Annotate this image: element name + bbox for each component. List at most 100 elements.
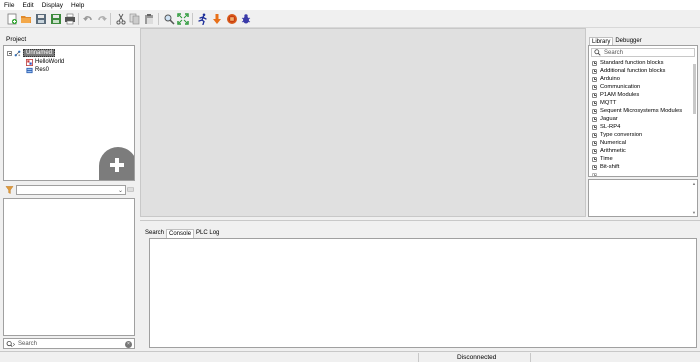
toolbar [0,10,700,28]
library-search-field[interactable]: Search [591,48,695,57]
editor-area[interactable] [140,28,586,217]
undo-button[interactable] [81,12,94,25]
menu-bar: File Edit Display Help [0,0,700,10]
run-button[interactable] [196,12,209,25]
find-button[interactable] [162,12,175,25]
expand-icon[interactable] [592,116,597,122]
filter-icon[interactable] [5,185,14,195]
library-item[interactable]: Bit-shift [592,163,619,171]
library-item[interactable]: Sequent Microsystems Modules [592,107,682,115]
redo-icon [97,15,107,21]
project-panel-title: Project [6,36,27,43]
tab-console[interactable]: Console [166,229,195,238]
menu-file[interactable]: File [4,2,14,9]
add-element-button[interactable] [99,147,134,180]
toolbar-separator [110,13,111,25]
stop-button[interactable] [225,12,238,25]
filter-row: ⌄ [3,184,135,196]
expand-icon[interactable] [592,140,597,146]
collapse-icon[interactable] [7,50,12,56]
search-icon [594,49,601,56]
filter-select[interactable]: ⌄ [16,185,126,195]
library-item[interactable]: Arithmetic [592,147,626,155]
scroll-up-icon[interactable]: ▲ [692,181,696,186]
library-item-partial[interactable] [592,171,600,176]
tab-search[interactable]: Search [143,229,166,238]
menu-display[interactable]: Display [42,2,63,9]
library-description-box: ▲ ▼ [588,179,698,217]
expand-icon[interactable] [592,156,597,162]
connection-status: Disconnected [457,354,497,361]
project-root-icon [14,50,21,57]
fullscreen-icon [176,12,189,25]
paste-icon [144,13,153,24]
open-icon [20,15,31,23]
redo-button[interactable] [95,12,108,25]
print-button[interactable] [63,12,76,25]
library-item[interactable]: Jaguar [592,115,618,123]
tree-item-label: HelloWorld [35,59,65,65]
library-item[interactable]: Type conversion [592,131,642,139]
copy-icon [129,13,139,24]
clear-search-icon[interactable]: × [125,340,132,348]
library-scrollbar[interactable] [692,58,696,176]
library-item[interactable]: SL-RP4 [592,123,620,131]
library-item-label: SL-RP4 [600,124,621,130]
status-divider [530,353,531,362]
expand-icon[interactable] [592,76,597,82]
library-item-label: Type conversion [600,132,643,138]
expand-icon[interactable] [592,148,597,154]
scrollbar-thumb[interactable] [692,64,696,114]
save-button[interactable] [34,12,47,25]
expand-icon[interactable] [592,172,597,176]
tree-root-row[interactable]: Unnamed [7,49,56,57]
library-item-label: Time [600,156,613,162]
debug-icon [241,13,250,23]
download-button[interactable] [210,12,223,25]
project-tree[interactable]: Unnamed HelloWorld Res0 [3,45,135,181]
expand-icon[interactable] [592,164,597,170]
expand-icon[interactable] [592,108,597,114]
library-item[interactable]: Standard function blocks [592,59,663,67]
menu-help[interactable]: Help [71,2,84,9]
tree-item-res0[interactable]: Res0 [26,66,49,74]
cut-button[interactable] [114,12,127,25]
tab-plc-log[interactable]: PLC Log [194,229,221,238]
expand-icon[interactable] [592,132,597,138]
library-item-label: Communication [600,84,641,90]
scroll-down-icon[interactable]: ▼ [692,210,696,215]
project-root-label[interactable]: Unnamed [23,49,56,57]
library-item[interactable]: Communication [592,83,640,91]
library-item[interactable]: P1AM Modules [592,91,639,99]
tree-item-helloworld[interactable]: HelloWorld [26,58,64,66]
filter-clear-icon[interactable] [127,186,134,193]
copy-button[interactable] [128,12,141,25]
fullscreen-button[interactable] [176,12,189,25]
new-icon [7,13,17,24]
library-item[interactable]: Additional function blocks [592,67,665,75]
debug-button[interactable] [239,12,252,25]
plus-icon [110,158,124,172]
expand-icon[interactable] [592,92,597,98]
program-icon [26,58,33,66]
library-item[interactable]: Time [592,155,613,163]
menu-edit[interactable]: Edit [22,2,33,9]
project-search-field[interactable]: Search × [3,338,135,349]
status-divider [418,353,419,362]
expand-icon[interactable] [592,124,597,130]
library-item[interactable]: Numerical [592,139,626,147]
library-search-placeholder: Search [604,49,624,56]
library-item-label: Jaguar [600,116,618,122]
expand-icon[interactable] [592,68,597,74]
open-button[interactable] [19,12,32,25]
expand-icon[interactable] [592,60,597,66]
save-as-button[interactable] [49,12,62,25]
library-item[interactable]: Arduino [592,75,620,83]
paste-button[interactable] [142,12,155,25]
expand-icon[interactable] [592,84,597,90]
expand-icon[interactable] [592,100,597,106]
console-output[interactable] [149,238,697,348]
new-button[interactable] [5,12,18,25]
library-item-label: Bit-shift [600,164,620,170]
library-item[interactable]: MQTT [592,99,616,107]
